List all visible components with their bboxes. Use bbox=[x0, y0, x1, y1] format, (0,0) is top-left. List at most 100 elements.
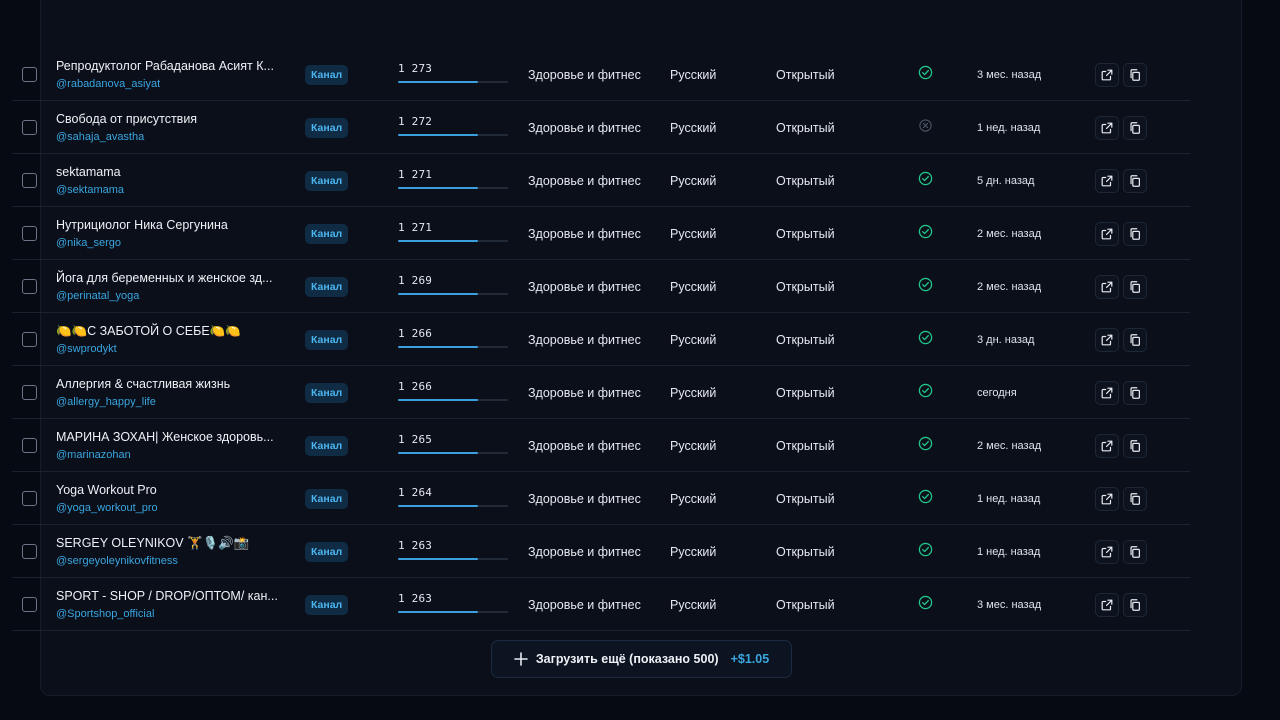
type-badge: Канал bbox=[305, 329, 349, 350]
channel-handle[interactable]: @allergy_happy_life bbox=[56, 395, 156, 409]
load-more-label: Загрузить ещё (показано 500) bbox=[535, 652, 719, 666]
open-channel-button[interactable] bbox=[1095, 274, 1119, 299]
language: Русский bbox=[670, 332, 717, 347]
row-checkbox[interactable] bbox=[22, 332, 37, 347]
subscribers-cell: 1 272 bbox=[398, 101, 510, 154]
channel-handle[interactable]: @marinazohan bbox=[56, 448, 131, 462]
open-channel-button[interactable] bbox=[1095, 168, 1119, 193]
open-channel-button[interactable] bbox=[1095, 62, 1119, 87]
copy-handle-button[interactable] bbox=[1123, 168, 1147, 193]
open-channel-button[interactable] bbox=[1095, 380, 1119, 405]
row-actions bbox=[1095, 419, 1147, 472]
row-checkbox[interactable] bbox=[22, 385, 37, 400]
subscribers-cell: 1 264 bbox=[398, 472, 510, 525]
row-actions bbox=[1095, 48, 1147, 101]
subscribers-count: 1 264 bbox=[398, 486, 433, 499]
access-type: Открытый bbox=[776, 120, 835, 135]
external-link-icon bbox=[1100, 333, 1114, 347]
channel-handle[interactable]: @sektamama bbox=[56, 183, 124, 197]
open-channel-button[interactable] bbox=[1095, 221, 1119, 246]
open-channel-button[interactable] bbox=[1095, 115, 1119, 140]
subscribers-bar-fill bbox=[398, 240, 479, 242]
table-row: sektamama @sektamama Канал 1 271 Здоровь… bbox=[12, 154, 1190, 207]
copy-handle-button[interactable] bbox=[1123, 380, 1147, 405]
load-more-button[interactable]: Загрузить ещё (показано 500) +$1.05 bbox=[491, 640, 792, 678]
language: Русский bbox=[670, 544, 717, 559]
open-channel-button[interactable] bbox=[1095, 592, 1119, 617]
access-type: Открытый bbox=[776, 332, 835, 347]
open-channel-button[interactable] bbox=[1095, 486, 1119, 511]
row-checkbox[interactable] bbox=[22, 226, 37, 241]
open-channel-button[interactable] bbox=[1095, 327, 1119, 352]
row-checkbox[interactable] bbox=[22, 544, 37, 559]
channel-name: Репродуктолог Рабаданова Асият К... bbox=[56, 59, 274, 73]
type-badge: Канал bbox=[305, 117, 349, 138]
copy-handle-button[interactable] bbox=[1123, 592, 1147, 617]
copy-handle-button[interactable] bbox=[1123, 327, 1147, 352]
row-actions bbox=[1095, 525, 1147, 578]
open-channel-button[interactable] bbox=[1095, 433, 1119, 458]
table-row: Аллергия & счастливая жизнь @allergy_hap… bbox=[12, 366, 1190, 419]
channel-handle[interactable]: @yoga_workout_pro bbox=[56, 501, 158, 515]
access-type: Открытый bbox=[776, 385, 835, 400]
table-row: Йога для беременных и женское зд... @per… bbox=[12, 260, 1190, 313]
channel-table: Репродуктолог Рабаданова Асият К... @rab… bbox=[12, 48, 1190, 631]
subscribers-bar bbox=[398, 399, 508, 401]
channel-handle[interactable]: @sahaja_avastha bbox=[56, 130, 144, 144]
copy-handle-button[interactable] bbox=[1123, 486, 1147, 511]
external-link-icon bbox=[1100, 227, 1114, 241]
subscribers-bar bbox=[398, 293, 508, 295]
subscribers-cell: 1 263 bbox=[398, 525, 510, 578]
last-updated: 3 мес. назад bbox=[977, 598, 1042, 611]
channel-info: Свобода от присутствия @sahaja_avastha bbox=[56, 101, 291, 154]
type-badge: Канал bbox=[305, 541, 349, 562]
channel-info: МАРИНА ЗОХАН| Женское здоровь... @marina… bbox=[56, 419, 291, 472]
channel-handle[interactable]: @Sportshop_official bbox=[56, 607, 154, 621]
subscribers-cell: 1 263 bbox=[398, 578, 510, 631]
check-circle-icon bbox=[917, 364, 933, 417]
copy-handle-button[interactable] bbox=[1123, 539, 1147, 564]
subscribers-cell: 1 269 bbox=[398, 260, 510, 313]
subscribers-count: 1 265 bbox=[398, 433, 433, 446]
category: Здоровье и фитнес bbox=[528, 597, 641, 612]
access-type: Открытый bbox=[776, 173, 835, 188]
copy-handle-button[interactable] bbox=[1123, 274, 1147, 299]
subscribers-count: 1 266 bbox=[398, 380, 433, 393]
channel-handle[interactable]: @rabadanova_asiyat bbox=[56, 77, 160, 91]
last-updated: 1 нед. назад bbox=[977, 492, 1041, 505]
row-checkbox[interactable] bbox=[22, 67, 37, 82]
open-channel-button[interactable] bbox=[1095, 539, 1119, 564]
copy-handle-button[interactable] bbox=[1123, 433, 1147, 458]
copy-handle-button[interactable] bbox=[1123, 221, 1147, 246]
row-checkbox[interactable] bbox=[22, 173, 37, 188]
last-updated: 5 дн. назад bbox=[977, 174, 1035, 187]
table-row: Yoga Workout Pro @yoga_workout_pro Канал… bbox=[12, 472, 1190, 525]
subscribers-bar bbox=[398, 346, 508, 348]
channel-handle[interactable]: @sergeyoleynikovfitness bbox=[56, 554, 178, 568]
access-type: Открытый bbox=[776, 438, 835, 453]
table-row: Свобода от присутствия @sahaja_avastha К… bbox=[12, 101, 1190, 154]
subscribers-count: 1 266 bbox=[398, 327, 433, 340]
access-type: Открытый bbox=[776, 226, 835, 241]
row-actions bbox=[1095, 313, 1147, 366]
channel-info: Репродуктолог Рабаданова Асият К... @rab… bbox=[56, 48, 291, 101]
channel-handle[interactable]: @swprodykt bbox=[56, 342, 117, 356]
type-badge: Канал bbox=[305, 170, 349, 191]
copy-handle-button[interactable] bbox=[1123, 62, 1147, 87]
check-circle-icon bbox=[917, 470, 933, 523]
channel-handle[interactable]: @nika_sergo bbox=[56, 236, 121, 250]
last-updated: 2 мес. назад bbox=[977, 280, 1042, 293]
channel-handle[interactable]: @perinatal_yoga bbox=[56, 289, 139, 303]
external-link-icon bbox=[1100, 121, 1114, 135]
subscribers-count: 1 272 bbox=[398, 115, 433, 128]
row-actions bbox=[1095, 472, 1147, 525]
row-checkbox[interactable] bbox=[22, 597, 37, 612]
row-checkbox[interactable] bbox=[22, 279, 37, 294]
subscribers-bar bbox=[398, 505, 508, 507]
copy-icon bbox=[1128, 386, 1142, 400]
row-checkbox[interactable] bbox=[22, 438, 37, 453]
copy-handle-button[interactable] bbox=[1123, 115, 1147, 140]
row-checkbox[interactable] bbox=[22, 120, 37, 135]
subscribers-bar bbox=[398, 558, 508, 560]
row-checkbox[interactable] bbox=[22, 491, 37, 506]
